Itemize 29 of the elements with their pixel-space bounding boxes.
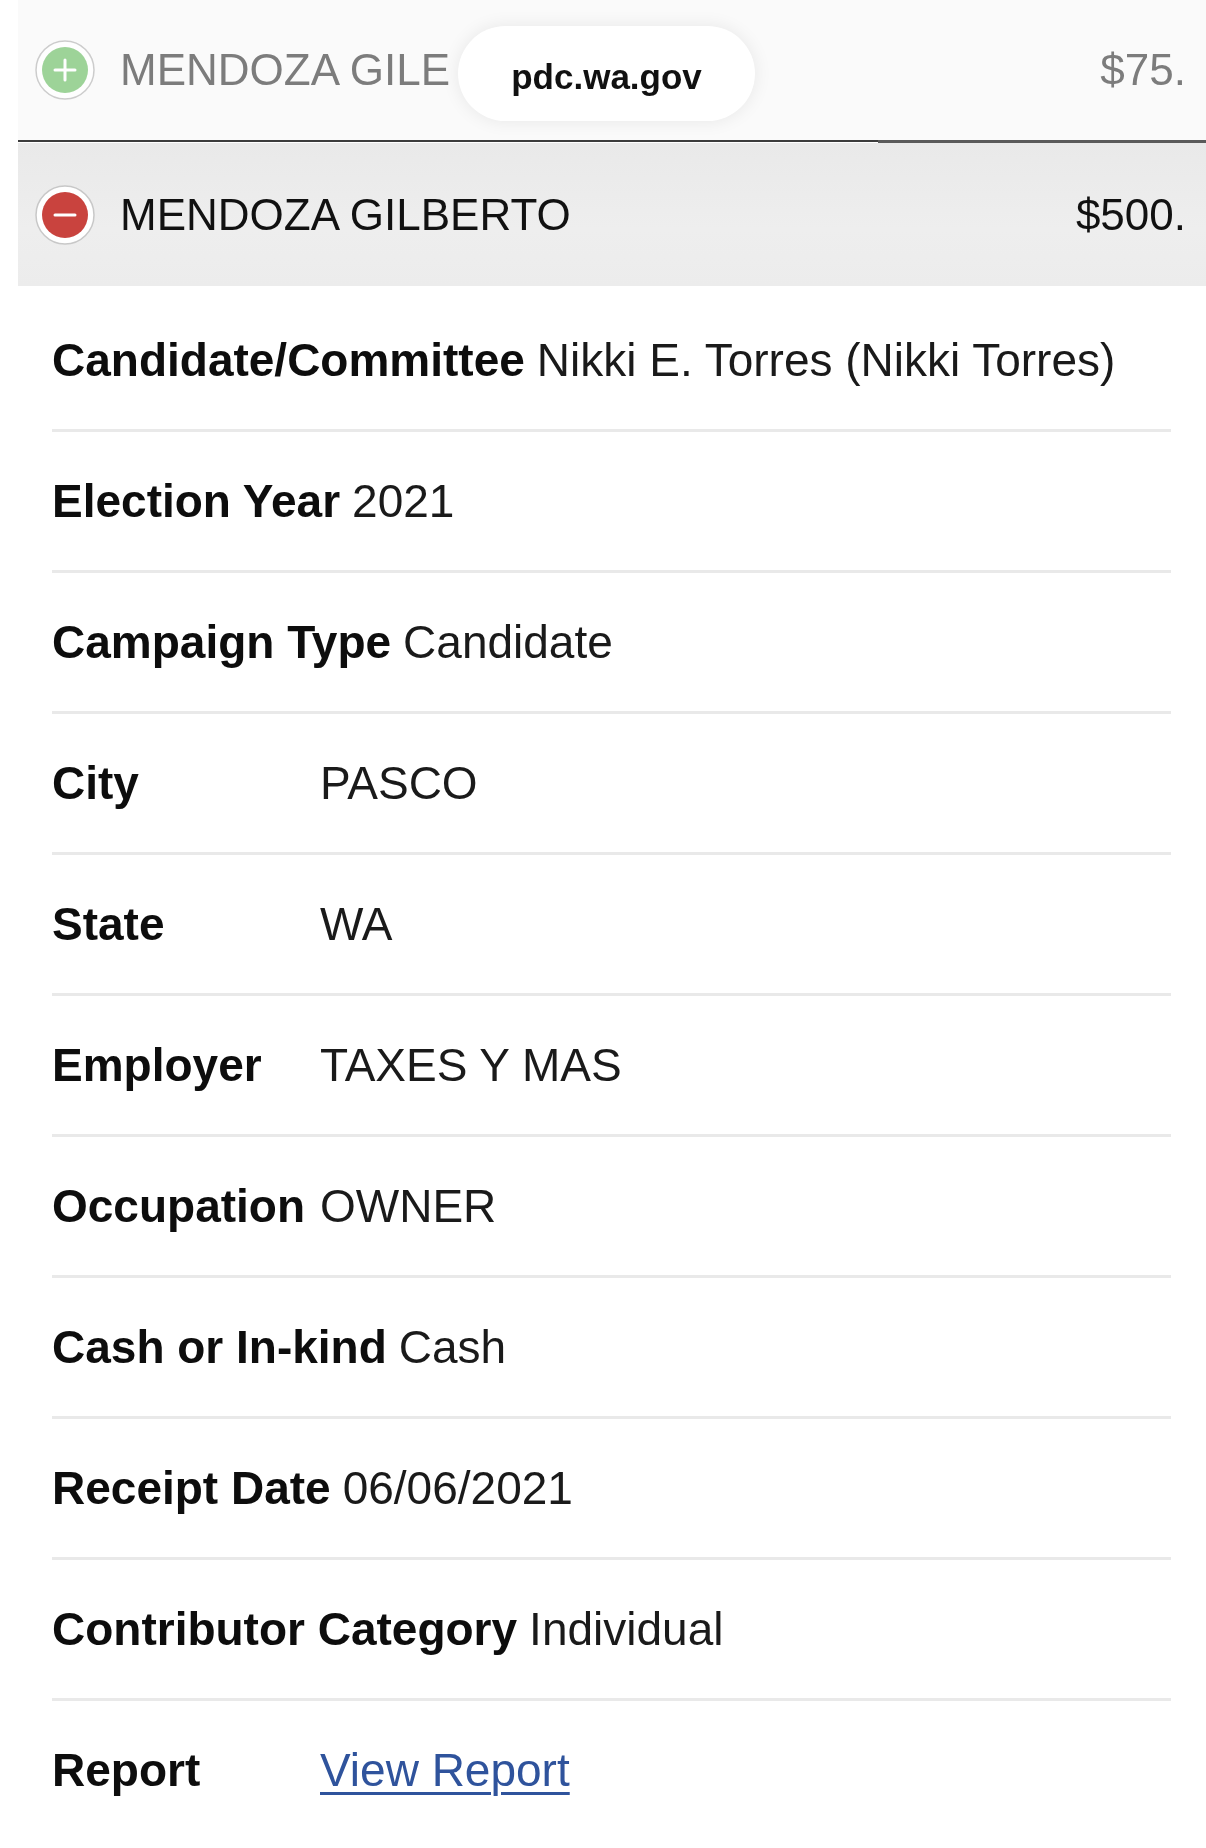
field-label: Candidate/Committee [52, 333, 525, 388]
field-value: Individual [529, 1602, 724, 1657]
field-value: Candidate [403, 615, 613, 670]
field-label: Contributor Category [52, 1602, 518, 1657]
field-value: 06/06/2021 [342, 1461, 573, 1516]
field-value: 2021 [352, 474, 455, 529]
report-link[interactable]: View Report [320, 1742, 570, 1798]
field-label: Cash or In-kind [52, 1320, 387, 1375]
contributor-name: MENDOZA GILBERTO [120, 189, 571, 240]
amount-text: $75. [1100, 45, 1186, 95]
amount-text: $500. [1075, 189, 1186, 240]
table-row[interactable]: MENDOZA GILBERTO $500. [18, 143, 1206, 286]
field-value: OWNER [320, 1179, 497, 1234]
field-value: Cash [398, 1320, 507, 1375]
field-label: City [52, 756, 140, 811]
field-value: TAXES Y MAS [320, 1038, 622, 1093]
field-value: Nikki E. Torres (Nikki Torres) [536, 333, 1116, 388]
field-value: WA [320, 897, 393, 952]
contributor-name: MENDOZA GILE [120, 45, 451, 95]
field-value: PASCO [320, 756, 478, 811]
address-bar[interactable]: pdc.wa.gov [458, 26, 755, 121]
minus-circle-icon[interactable] [35, 184, 95, 245]
field-label: State [52, 897, 166, 952]
field-label: Employer [52, 1038, 263, 1093]
field-label: Campaign Type [52, 615, 392, 670]
field-label: Occupation [52, 1179, 307, 1234]
field-label: Report [52, 1743, 202, 1798]
field-label: Receipt Date [52, 1461, 331, 1516]
field-label: Election Year [52, 474, 341, 529]
